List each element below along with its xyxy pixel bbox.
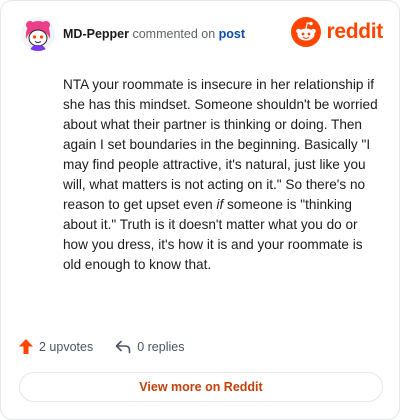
snoo-avatar-icon [21, 17, 55, 51]
reddit-logo[interactable]: reddit [291, 17, 383, 47]
upvote-arrow-icon [19, 339, 33, 354]
upvote-button[interactable]: 2 upvotes [19, 339, 93, 354]
reply-button[interactable]: 0 replies [115, 340, 184, 354]
comment-actions: 2 upvotes 0 replies [19, 339, 184, 354]
view-more-button[interactable]: View more on Reddit [19, 372, 383, 402]
brand-name: reddit [326, 20, 383, 43]
avatar[interactable] [21, 17, 55, 51]
embedded-comment-card: MD-Pepper commented on post reddit NTA y… [0, 0, 400, 420]
upvote-count: 2 upvotes [39, 339, 94, 354]
reddit-snoo-logo-icon [291, 17, 322, 47]
username[interactable]: MD-Pepper [63, 27, 129, 41]
post-link[interactable]: post [219, 27, 245, 41]
reply-arrow-icon [115, 340, 131, 353]
comment-action-text: commented on [132, 27, 216, 41]
comment-header: MD-Pepper commented on post [63, 27, 245, 41]
reply-count: 0 replies [137, 339, 185, 354]
comment-body: NTA your roommate is insecure in her rel… [63, 75, 379, 275]
comment-body-part1: NTA your roommate is insecure in her rel… [63, 77, 378, 212]
